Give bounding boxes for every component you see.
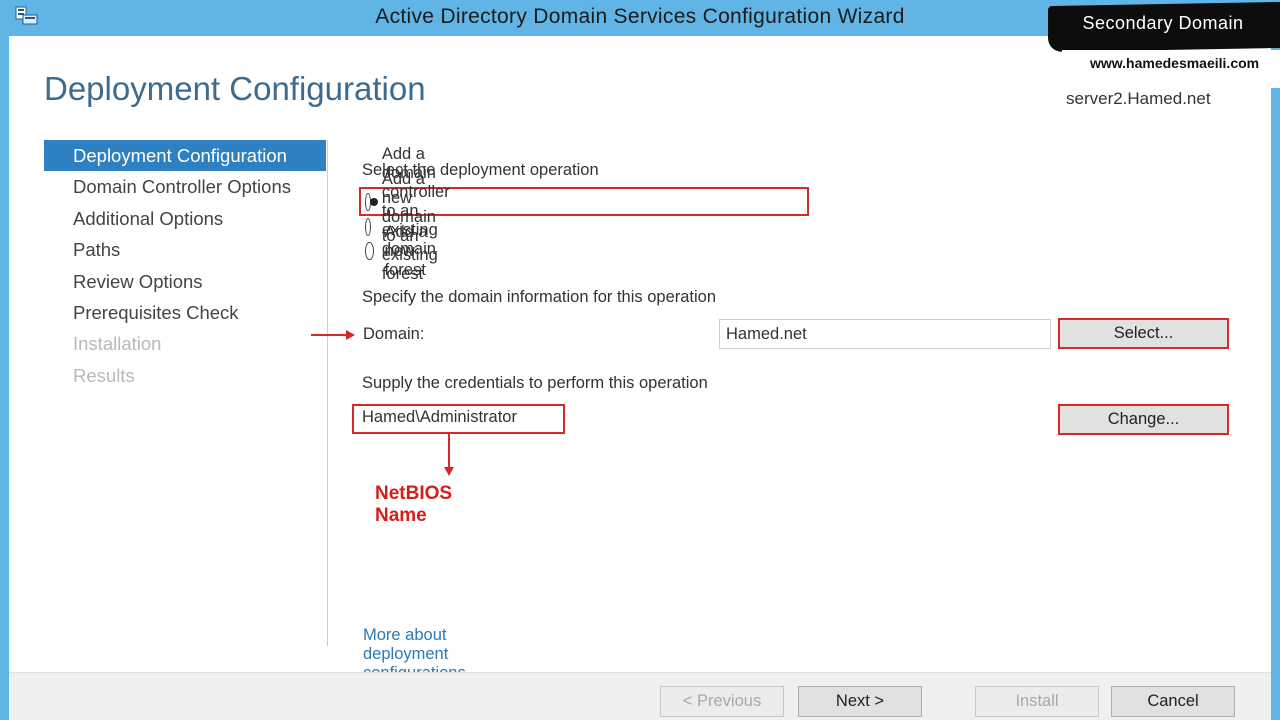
next-button[interactable]: Next > (798, 686, 922, 717)
domain-field[interactable]: Hamed.net (719, 319, 1051, 349)
page-title: Deployment Configuration (44, 70, 426, 107)
nav-item-additional-options[interactable]: Additional Options (44, 203, 326, 234)
select-domain-button[interactable]: Select... (1058, 318, 1229, 349)
nav-item-prerequisites-check[interactable]: Prerequisites Check (44, 297, 326, 328)
nav-item-paths[interactable]: Paths (44, 234, 326, 265)
watermark-url: www.hamedesmaeili.com (1090, 55, 1260, 71)
annotation-arrow-down (444, 434, 454, 476)
nav-item-deployment-configuration[interactable]: Deployment Configuration (44, 140, 326, 172)
credentials-heading: Supply the credentials to perform this o… (362, 374, 708, 392)
watermark-banner-text: Secondary Domain (1082, 13, 1244, 33)
radio-button[interactable] (365, 193, 378, 211)
radio-option-new-forest[interactable]: Add a new forest (365, 223, 435, 279)
nav-item-results: Results (73, 364, 135, 386)
install-button: Install (975, 686, 1099, 717)
cancel-button[interactable]: Cancel (1111, 686, 1235, 717)
domain-label: Domain: (363, 325, 425, 343)
netbios-annotation: NetBIOS Name (375, 483, 453, 526)
annotation-arrow-right (311, 330, 355, 340)
radio-label: Add a new forest (384, 222, 428, 279)
domain-info-heading: Specify the domain information for this … (362, 288, 717, 306)
radio-button[interactable] (365, 218, 371, 236)
nav-item-domain-controller-options[interactable]: Domain Controller Options (44, 171, 326, 202)
nav-item-installation: Installation (73, 333, 162, 355)
change-credentials-button[interactable]: Change... (1058, 404, 1229, 435)
wizard-navigation: Deployment Configuration Domain Controll… (44, 140, 326, 391)
previous-button: < Previous (660, 686, 784, 717)
target-server-name: server2.Hamed.net (1066, 89, 1211, 108)
nav-item-review-options[interactable]: Review Options (44, 266, 326, 297)
radio-button[interactable] (365, 242, 374, 260)
nav-divider (327, 140, 328, 646)
credentials-value: Hamed\Administrator (362, 408, 517, 426)
